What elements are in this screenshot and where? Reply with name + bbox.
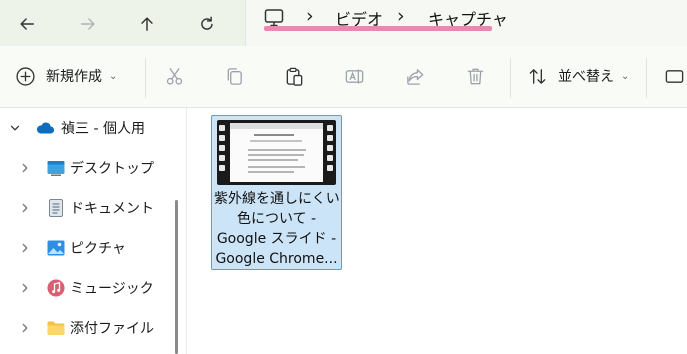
forward-button[interactable] — [70, 6, 106, 42]
forward-arrow-icon — [80, 18, 95, 30]
sidebar-item-label: ミュージック — [70, 281, 154, 297]
cut-button[interactable] — [164, 56, 185, 96]
desktop-folder-icon — [46, 158, 66, 178]
file-name-line: 紫外線を通しにくい — [214, 191, 339, 207]
chevron-right-icon[interactable] — [19, 162, 31, 174]
highlight-underline — [264, 26, 492, 31]
share-icon — [407, 68, 424, 85]
view-icon — [665, 69, 684, 83]
address-bar[interactable]: › ビデオ › キャプチャ — [245, 0, 687, 46]
paste-icon — [286, 67, 303, 86]
documents-folder-icon — [46, 198, 66, 218]
sort-button[interactable]: 並べ替え ⌄ — [527, 56, 629, 96]
plus-icon — [16, 66, 35, 86]
rename-icon — [345, 68, 364, 84]
chevron-down-icon: ⌄ — [621, 70, 630, 82]
music-folder-icon — [46, 278, 66, 298]
navigation-pane: 禎三 - 個人用 デスクトップ ドキュメント ピクチャ ミュージック 添付ファイ… — [0, 108, 178, 354]
view-button[interactable] — [664, 56, 685, 96]
toolbar-divider — [145, 58, 146, 98]
sidebar-item-documents[interactable]: ドキュメント — [0, 190, 176, 226]
sidebar-item-label: ドキュメント — [70, 201, 154, 217]
sidebar-item-label: ピクチャ — [70, 241, 126, 257]
chevron-down-icon[interactable] — [9, 122, 21, 134]
back-button[interactable] — [9, 6, 45, 42]
cut-icon — [166, 67, 183, 85]
file-item-video[interactable]: 紫外線を通しにくい 色について - Google スライド - Google C… — [211, 115, 342, 270]
chevron-down-icon: ⌄ — [109, 70, 118, 82]
film-strip-left — [217, 125, 227, 171]
chevron-right-icon[interactable] — [19, 322, 31, 334]
rename-button[interactable] — [344, 56, 365, 96]
video-thumbnail — [217, 120, 336, 185]
sidebar-item-label: デスクトップ — [70, 161, 154, 177]
film-strip-right — [325, 125, 335, 171]
delete-icon — [467, 68, 484, 84]
sidebar-item-onedrive[interactable]: 禎三 - 個人用 — [0, 110, 176, 146]
up-arrow-icon — [141, 17, 153, 32]
new-button-label: 新規作成 — [46, 69, 102, 85]
refresh-button[interactable] — [189, 6, 225, 42]
file-name: 紫外線を通しにくい 色について - Google スライド - Google C… — [214, 189, 339, 269]
paste-button[interactable] — [284, 56, 305, 96]
scrollbar-thumb[interactable] — [175, 200, 178, 354]
sidebar-item-label: 禎三 - 個人用 — [61, 121, 145, 137]
copy-icon — [227, 67, 242, 85]
folder-icon — [46, 318, 66, 338]
file-name-line: Google スライド - — [216, 231, 337, 247]
breadcrumb-separator[interactable]: › — [397, 5, 405, 27]
sidebar-item-music[interactable]: ミュージック — [0, 270, 176, 306]
toolbar-divider — [510, 58, 511, 98]
thumbnail-frame — [230, 123, 323, 182]
file-name-line: Google Chrome... — [215, 251, 338, 267]
chevron-right-icon[interactable] — [19, 202, 31, 214]
copy-button[interactable] — [224, 56, 245, 96]
refresh-icon — [201, 16, 213, 30]
delete-button[interactable] — [465, 56, 486, 96]
sort-icon — [529, 68, 546, 84]
chevron-right-icon[interactable] — [19, 242, 31, 254]
sidebar-item-desktop[interactable]: デスクトップ — [0, 150, 176, 186]
up-button[interactable] — [129, 6, 165, 42]
sort-button-label: 並べ替え — [558, 69, 614, 85]
back-arrow-icon — [20, 18, 35, 30]
breadcrumb-separator[interactable]: › — [306, 5, 314, 27]
chevron-right-icon[interactable] — [19, 282, 31, 294]
navigation-bar: › ビデオ › キャプチャ — [0, 0, 687, 46]
onedrive-cloud-icon — [35, 118, 55, 138]
share-button[interactable] — [405, 56, 426, 96]
pane-divider[interactable] — [186, 108, 187, 354]
sidebar-item-pictures[interactable]: ピクチャ — [0, 230, 176, 266]
pictures-folder-icon — [46, 238, 66, 258]
sidebar-item-attachments[interactable]: 添付ファイル — [0, 310, 176, 346]
command-bar: 新規作成 ⌄ 並べ替え ⌄ — [0, 46, 687, 108]
file-name-line: 色について - — [236, 211, 317, 227]
toolbar-divider — [646, 58, 647, 98]
new-button[interactable]: 新規作成 ⌄ — [15, 56, 117, 96]
sidebar-item-label: 添付ファイル — [70, 321, 154, 337]
